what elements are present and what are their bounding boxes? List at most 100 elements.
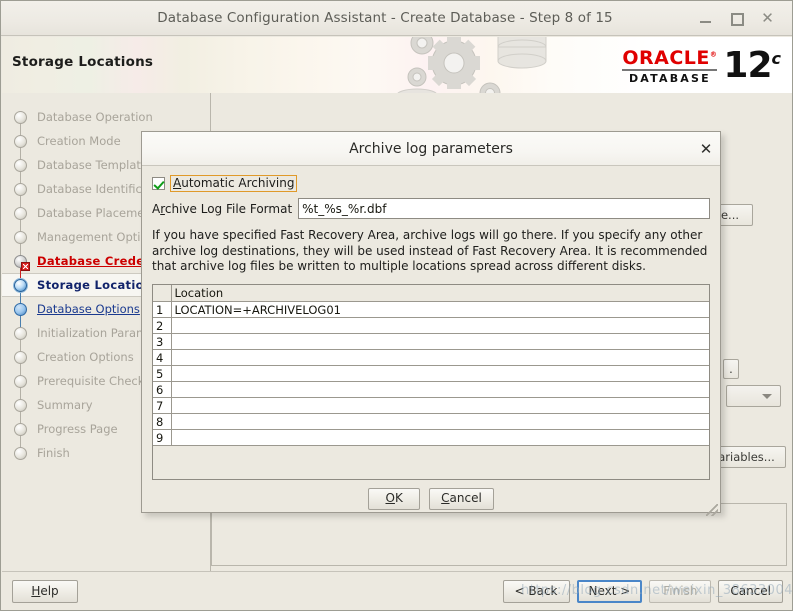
- archive-log-format-input[interactable]: [298, 198, 710, 219]
- cancel-button[interactable]: Cancel: [718, 580, 783, 603]
- archive-log-format-row: Archive Log File Format: [152, 198, 710, 219]
- locations-table-container[interactable]: Location 1 LOCATION=+ARCHIVELOG01 2 3 4 5 6 7 8 9: [152, 283, 710, 480]
- dialog-titlebar: Archive log parameters ✕: [142, 132, 720, 166]
- location-cell[interactable]: [170, 317, 709, 334]
- row-number-cell: 8: [153, 413, 172, 430]
- step-bullet-icon: [14, 230, 27, 244]
- step-bullet-icon: [14, 206, 27, 220]
- step-connector: [20, 338, 21, 352]
- dialog-hint-text: If you have specified Fast Recovery Area…: [152, 228, 708, 273]
- step-bullet-icon: [14, 182, 27, 196]
- sidebar-item-label: Creation Mode: [37, 134, 121, 148]
- location-cell[interactable]: [170, 349, 709, 366]
- dialog-close-icon[interactable]: ✕: [692, 140, 720, 158]
- sidebar-item-label: Database Template: [37, 158, 149, 172]
- oracle-product-label: DATABASE: [628, 71, 711, 85]
- sidebar-item-label: Creation Options: [37, 350, 134, 364]
- dialog-title: Archive log parameters: [349, 140, 513, 157]
- step-connector: [20, 362, 21, 376]
- window-title: Database Configuration Assistant - Creat…: [157, 10, 613, 26]
- sidebar-item-label: Database Placement: [37, 206, 157, 220]
- maximize-icon[interactable]: [730, 12, 744, 26]
- oracle-wordmark: ORACLE®: [622, 46, 718, 69]
- table-row[interactable]: 7: [153, 397, 709, 414]
- step-bullet-icon: [14, 254, 30, 271]
- close-icon[interactable]: ✕: [761, 10, 774, 25]
- sidebar-item-label: Summary: [37, 398, 93, 412]
- step-bullet-icon: [14, 134, 27, 148]
- step-connector: [20, 242, 21, 256]
- next-button[interactable]: Next >: [576, 580, 643, 603]
- locations-table: Location 1 LOCATION=+ARCHIVELOG01 2 3 4 5 6 7 8 9: [153, 284, 709, 446]
- table-row[interactable]: 3: [153, 333, 709, 350]
- minimize-icon[interactable]: [699, 12, 712, 25]
- table-row[interactable]: 2: [153, 317, 709, 334]
- back-button[interactable]: < Back: [502, 580, 570, 603]
- gears-database-artwork: [397, 37, 547, 93]
- oracle-logo: ORACLE® DATABASE 12c: [575, 42, 782, 90]
- step-bullet-icon: [14, 374, 27, 388]
- dialog-body: Automatic Archiving Archive Log File For…: [142, 166, 720, 480]
- dialog-footer: OK Cancel: [142, 480, 720, 518]
- sidebar-item-label: Prerequisite Checks: [37, 374, 151, 388]
- page-banner: Storage Locations ORACLE® DATABASE 12c: [2, 37, 792, 93]
- step-bullet-icon: [14, 350, 27, 364]
- location-cell[interactable]: [170, 397, 709, 414]
- automatic-archiving-checkbox[interactable]: [152, 177, 165, 190]
- logo-divider: [622, 69, 718, 71]
- table-row[interactable]: 9: [153, 429, 709, 446]
- locations-table-head: Location: [153, 284, 709, 302]
- row-number-cell: 1: [153, 301, 172, 318]
- background-dropdown[interactable]: [726, 385, 781, 407]
- row-number-cell: 9: [153, 429, 172, 446]
- step-bullet-icon: [14, 278, 27, 292]
- application-window: Database Configuration Assistant - Creat…: [0, 0, 793, 611]
- step-connector: [20, 170, 21, 184]
- help-button[interactable]: Help: [12, 580, 78, 603]
- table-row[interactable]: 6: [153, 381, 709, 398]
- resize-grip-icon[interactable]: [706, 503, 718, 516]
- step-connector: [20, 410, 21, 424]
- page-title: Storage Locations: [12, 54, 154, 70]
- row-number-cell: 2: [153, 317, 172, 334]
- location-cell[interactable]: [170, 333, 709, 350]
- row-number-cell: 3: [153, 333, 172, 350]
- dialog-ok-button[interactable]: OK: [368, 487, 421, 510]
- location-column-header: Location: [170, 284, 709, 302]
- automatic-archiving-row: Automatic Archiving: [152, 175, 710, 192]
- location-cell[interactable]: [170, 365, 709, 382]
- row-number-cell: 4: [153, 349, 172, 366]
- table-row[interactable]: 4: [153, 349, 709, 366]
- location-cell[interactable]: [170, 413, 709, 430]
- step-bullet-icon: [14, 110, 27, 124]
- step-bullet-icon: [14, 398, 27, 412]
- oracle-brand-mark: ORACLE® DATABASE: [622, 46, 718, 85]
- row-number-cell: 7: [153, 397, 172, 414]
- row-number-header: [153, 284, 172, 302]
- sidebar-item-database-operation: Database Operation: [2, 105, 210, 136]
- step-bullet-icon: [14, 326, 27, 340]
- step-bullet-icon: [14, 422, 27, 436]
- locations-table-body: 1 LOCATION=+ARCHIVELOG01 2 3 4 5 6 7 8 9: [153, 301, 709, 446]
- oracle-version-suffix: c: [771, 49, 782, 69]
- location-cell[interactable]: [170, 429, 709, 446]
- table-row[interactable]: 1 LOCATION=+ARCHIVELOG01: [153, 301, 709, 318]
- step-bullet-icon: [14, 302, 27, 316]
- location-cell[interactable]: [170, 381, 709, 398]
- location-cell[interactable]: LOCATION=+ARCHIVELOG01: [170, 301, 709, 318]
- oracle-version: 12c: [723, 45, 782, 87]
- table-row[interactable]: 8: [153, 413, 709, 430]
- finish-button: Finish: [649, 580, 712, 603]
- chevron-down-icon: [762, 394, 772, 399]
- wizard-footer: Help < Back Next > Finish Cancel: [2, 571, 792, 610]
- dialog-cancel-button[interactable]: Cancel: [429, 487, 494, 510]
- step-connector: [20, 122, 21, 136]
- step-bullet-icon: [14, 158, 27, 172]
- sidebar-item-label: Finish: [37, 446, 70, 460]
- background-small-button[interactable]: .: [723, 359, 739, 379]
- automatic-archiving-label[interactable]: Automatic Archiving: [170, 175, 298, 192]
- sidebar-item-label: Database Operation: [37, 110, 153, 124]
- step-connector: [20, 194, 21, 208]
- step-bullet-icon: [14, 446, 27, 460]
- table-row[interactable]: 5: [153, 365, 709, 382]
